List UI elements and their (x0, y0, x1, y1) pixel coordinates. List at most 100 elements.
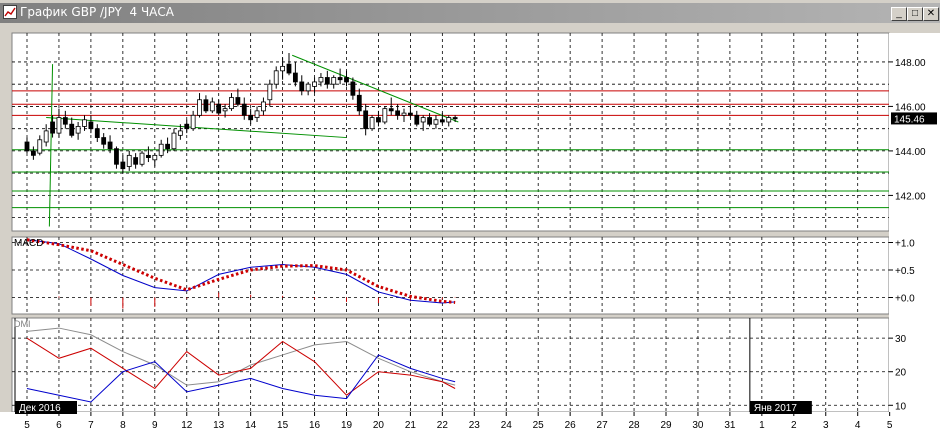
candle-body (139, 152, 145, 165)
maximize-button[interactable]: □ (907, 7, 923, 21)
candle-body (337, 77, 343, 81)
candle-body (427, 117, 432, 125)
candle-body (30, 150, 36, 156)
dmi-pane-label: DMI (14, 319, 31, 329)
dmi-axis-label: 10 (895, 401, 907, 412)
candle-body (82, 119, 87, 127)
x-axis-day-label: 16 (309, 420, 321, 431)
macd-axis-label: +0.5 (895, 266, 915, 277)
month-label: Дек 2016 (19, 403, 61, 414)
x-axis-day-label: 1 (759, 420, 765, 431)
x-axis-day-label: 25 (533, 420, 545, 431)
minimize-button[interactable]: _ (891, 7, 907, 21)
candle-body (312, 81, 317, 87)
candle-body (152, 154, 158, 161)
x-axis-day-label: 31 (724, 420, 736, 431)
candle-body (286, 63, 292, 74)
candle-body (126, 154, 132, 167)
candle-body (222, 108, 228, 112)
x-axis-day-label: 2 (791, 420, 797, 431)
macd-pane-label: MACD (14, 238, 43, 249)
candle-body (280, 65, 286, 72)
candle-body (107, 141, 113, 150)
candle-body (241, 103, 247, 116)
candle-body (261, 101, 266, 112)
right-axis-strip (889, 33, 940, 413)
candle-body (350, 81, 356, 96)
macd-axis-label: +0.0 (895, 294, 915, 305)
x-axis-day-label: 8 (120, 420, 126, 431)
candle-body (171, 132, 177, 150)
close-button[interactable]: ✕ (923, 7, 939, 21)
candle-body (305, 83, 311, 92)
dmi-axis-label: 30 (895, 334, 907, 345)
price-axis-label: 144.00 (895, 147, 926, 158)
candle-body (197, 99, 202, 116)
candle-body (318, 77, 324, 83)
x-axis-day-label: 19 (341, 420, 353, 431)
candle-body (401, 112, 407, 116)
candle-body (216, 103, 222, 114)
candle-body (248, 114, 254, 121)
x-axis-day-label: 4 (855, 420, 861, 431)
window-title: График GBP /JPY 4 ЧАСА (20, 5, 174, 19)
x-axis-day-label: 20 (373, 420, 385, 431)
candle-body (254, 110, 260, 118)
candle-body (101, 137, 107, 145)
candle-body (146, 154, 151, 158)
price-axis-label: 142.00 (895, 191, 926, 202)
x-axis-day-label: 15 (277, 420, 289, 431)
x-axis-day-label: 12 (181, 420, 193, 431)
candle-body (184, 123, 190, 130)
candle-body (324, 77, 330, 85)
candle-body (382, 108, 388, 123)
candle-body (452, 117, 458, 120)
candle-body (120, 161, 126, 170)
candle-body (446, 117, 452, 123)
x-axis-day-label: 24 (501, 420, 513, 431)
candle-body (420, 117, 426, 123)
x-axis-day-label: 21 (405, 420, 417, 431)
price-axis-label: 146.00 (895, 102, 926, 113)
candle-body (43, 130, 49, 143)
candle-body (407, 112, 413, 116)
candle-body (414, 114, 420, 125)
candle-body (388, 108, 394, 112)
x-axis-day-label: 5 (24, 420, 30, 431)
x-axis-day-label: 27 (597, 420, 609, 431)
candle-body (56, 117, 62, 134)
candle-body (165, 143, 170, 150)
candle-body (69, 123, 75, 136)
candle-body (433, 119, 439, 125)
candle-body (24, 141, 30, 152)
candle-body (177, 130, 183, 136)
x-axis-day-label: 28 (628, 420, 640, 431)
candle-body (190, 114, 196, 130)
dmi-axis-label: 20 (895, 368, 907, 379)
candle-body (114, 148, 119, 165)
macd-axis-label: +1.0 (895, 239, 915, 250)
title-bar[interactable]: График GBP /JPY 4 ЧАСА _ □ ✕ (0, 3, 940, 23)
candle-body (133, 157, 139, 165)
candle-body (363, 110, 369, 130)
candle-body (94, 128, 100, 138)
x-axis-day-label: 6 (56, 420, 62, 431)
x-axis-day-label: 3 (823, 420, 829, 431)
x-axis-day-label: 5 (887, 420, 893, 431)
chart-app-icon (3, 5, 17, 19)
x-axis-day-label: 14 (245, 420, 257, 431)
current-price-label: 145.46 (894, 114, 925, 125)
candle-body (267, 83, 273, 101)
price-pane (11, 32, 890, 232)
candle-body (50, 121, 55, 134)
candle-body (299, 81, 305, 92)
month-label: Янв 2017 (754, 403, 798, 414)
x-axis-day-label: 26 (565, 420, 577, 431)
candle-body (158, 143, 164, 156)
candle-body (203, 99, 209, 112)
x-axis-day-label: 22 (437, 420, 449, 431)
chart-window: 145.46 142.00 144.00 146.00 148.00 +1.0 +0.5 +0… (0, 0, 940, 436)
candle-body (292, 72, 298, 83)
candle-body (273, 70, 279, 85)
x-axis-day-label: 23 (469, 420, 481, 431)
